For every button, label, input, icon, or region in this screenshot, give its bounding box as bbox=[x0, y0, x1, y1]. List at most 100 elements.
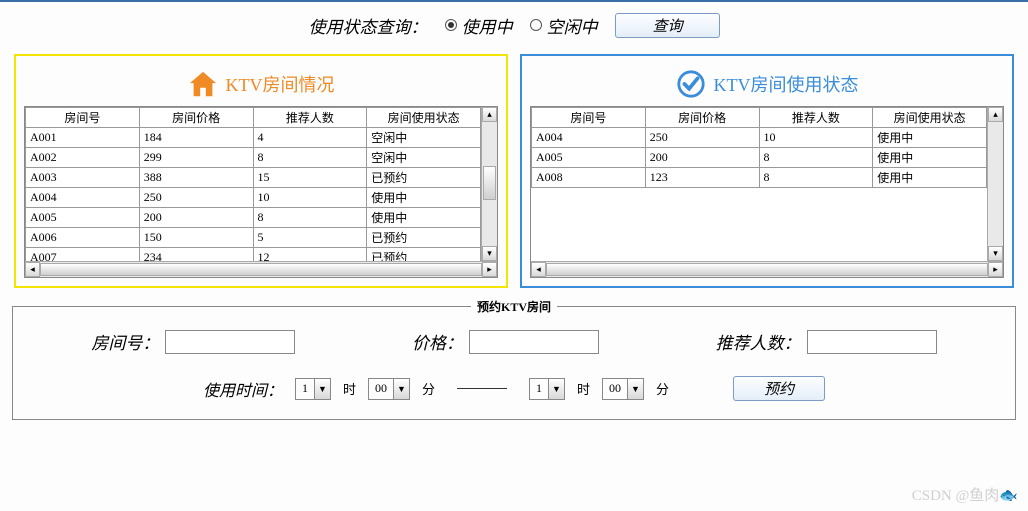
book-button[interactable]: 预约 bbox=[733, 376, 825, 401]
table-cell: A001 bbox=[26, 128, 140, 148]
radio-dot-icon bbox=[530, 19, 542, 31]
end-min-combo[interactable]: 00▼ bbox=[602, 378, 644, 400]
price-label: 价格： bbox=[412, 329, 463, 354]
capacity-label: 推荐人数： bbox=[716, 329, 801, 354]
radio-free-label: 空闲中 bbox=[546, 13, 597, 38]
start-min-combo[interactable]: 00▼ bbox=[368, 378, 410, 400]
table-cell: 15 bbox=[253, 168, 367, 188]
chevron-down-icon: ▼ bbox=[393, 379, 409, 399]
capacity-input[interactable] bbox=[807, 330, 937, 354]
scroll-up-icon[interactable]: ▴ bbox=[482, 107, 497, 122]
radio-in-use-label: 使用中 bbox=[461, 13, 512, 38]
table-row[interactable]: A00425010使用中 bbox=[532, 128, 987, 148]
scroll-left-icon[interactable]: ◂ bbox=[531, 262, 546, 277]
table-cell: 使用中 bbox=[873, 148, 987, 168]
time-label: 使用时间： bbox=[203, 377, 283, 401]
panel-room-status-title: KTV房间使用状态 bbox=[530, 62, 1004, 106]
table-cell: A002 bbox=[26, 148, 140, 168]
horizontal-scrollbar[interactable]: ◂ ▸ bbox=[531, 261, 1003, 277]
booking-fieldset: 预约KTV房间 房间号： 价格： 推荐人数： 使用时间： 1▼ 时 00▼ 分 … bbox=[12, 306, 1016, 420]
table-cell: 10 bbox=[253, 188, 367, 208]
column-header[interactable]: 房间使用状态 bbox=[367, 108, 481, 128]
radio-dot-icon bbox=[445, 19, 457, 31]
table-cell: 8 bbox=[253, 148, 367, 168]
booking-legend: 预约KTV房间 bbox=[471, 298, 557, 315]
table-row[interactable]: A0011844空闲中 bbox=[26, 128, 481, 148]
table-row[interactable]: A00338815已预约 bbox=[26, 168, 481, 188]
column-header[interactable]: 房间使用状态 bbox=[873, 108, 987, 128]
scroll-up-icon[interactable]: ▴ bbox=[988, 107, 1003, 122]
table-row[interactable]: A0052008使用中 bbox=[532, 148, 987, 168]
scroll-thumb[interactable] bbox=[483, 166, 496, 200]
table-cell: 200 bbox=[139, 208, 253, 228]
table-cell: 已预约 bbox=[367, 228, 481, 248]
table-cell: 使用中 bbox=[367, 188, 481, 208]
radio-in-use[interactable]: 使用中 bbox=[445, 13, 512, 38]
time-range-dash bbox=[457, 388, 507, 389]
column-header[interactable]: 房间号 bbox=[532, 108, 646, 128]
vertical-scrollbar[interactable]: ▴ ▾ bbox=[481, 107, 497, 261]
table-row[interactable]: A00425010使用中 bbox=[26, 188, 481, 208]
table-cell: 250 bbox=[645, 128, 759, 148]
table-cell: 使用中 bbox=[873, 168, 987, 188]
table-row[interactable]: A0061505已预约 bbox=[26, 228, 481, 248]
table-cell: 299 bbox=[139, 148, 253, 168]
scroll-right-icon[interactable]: ▸ bbox=[988, 262, 1003, 277]
panel-room-info: KTV房间情况 房间号房间价格推荐人数房间使用状态 A0011844空闲中A00… bbox=[14, 54, 508, 288]
hour-unit: 时 bbox=[577, 379, 590, 398]
table-cell: 184 bbox=[139, 128, 253, 148]
column-header[interactable]: 推荐人数 bbox=[253, 108, 367, 128]
room-info-table[interactable]: 房间号房间价格推荐人数房间使用状态 A0011844空闲中A0022998空闲中… bbox=[24, 106, 498, 278]
scroll-right-icon[interactable]: ▸ bbox=[482, 262, 497, 277]
table-cell: 4 bbox=[253, 128, 367, 148]
table-cell: 使用中 bbox=[873, 128, 987, 148]
radio-free[interactable]: 空闲中 bbox=[530, 13, 597, 38]
room-no-input[interactable] bbox=[165, 330, 295, 354]
room-status-table[interactable]: 房间号房间价格推荐人数房间使用状态 A00425010使用中A0052008使用… bbox=[530, 106, 1004, 278]
table-row[interactable]: A0052008使用中 bbox=[26, 208, 481, 228]
column-header[interactable]: 房间价格 bbox=[645, 108, 759, 128]
price-input[interactable] bbox=[469, 330, 599, 354]
table-cell: 使用中 bbox=[367, 208, 481, 228]
table-cell: A006 bbox=[26, 228, 140, 248]
query-label: 使用状态查询： bbox=[308, 13, 427, 38]
start-hour-combo[interactable]: 1▼ bbox=[295, 378, 331, 400]
chevron-down-icon: ▼ bbox=[548, 379, 564, 399]
table-cell: 123 bbox=[645, 168, 759, 188]
table-row[interactable]: A0081238使用中 bbox=[532, 168, 987, 188]
table-cell: A007 bbox=[26, 248, 140, 262]
column-header[interactable]: 房间价格 bbox=[139, 108, 253, 128]
scroll-down-icon[interactable]: ▾ bbox=[988, 246, 1003, 261]
table-cell: 空闲中 bbox=[367, 128, 481, 148]
table-cell: A004 bbox=[26, 188, 140, 208]
scroll-left-icon[interactable]: ◂ bbox=[25, 262, 40, 277]
query-bar: 使用状态查询： 使用中 空闲中 查询 bbox=[0, 2, 1028, 48]
table-cell: 12 bbox=[253, 248, 367, 262]
table-cell: 8 bbox=[253, 208, 367, 228]
table-row[interactable]: A0022998空闲中 bbox=[26, 148, 481, 168]
table-row[interactable]: A00723412已预约 bbox=[26, 248, 481, 262]
vertical-scrollbar[interactable]: ▴ ▾ bbox=[987, 107, 1003, 261]
table-cell: 10 bbox=[759, 128, 873, 148]
check-circle-icon bbox=[676, 69, 706, 99]
chevron-down-icon: ▼ bbox=[627, 379, 643, 399]
scroll-thumb[interactable] bbox=[40, 263, 482, 276]
end-hour-combo[interactable]: 1▼ bbox=[529, 378, 565, 400]
table-cell: 150 bbox=[139, 228, 253, 248]
search-button[interactable]: 查询 bbox=[615, 13, 719, 38]
horizontal-scrollbar[interactable]: ◂ ▸ bbox=[25, 261, 497, 277]
column-header[interactable]: 房间号 bbox=[26, 108, 140, 128]
table-cell: 已预约 bbox=[367, 168, 481, 188]
room-no-label: 房间号： bbox=[91, 329, 159, 354]
scroll-down-icon[interactable]: ▾ bbox=[482, 246, 497, 261]
house-icon bbox=[188, 69, 218, 99]
column-header[interactable]: 推荐人数 bbox=[759, 108, 873, 128]
scroll-thumb[interactable] bbox=[546, 263, 988, 276]
table-cell: A003 bbox=[26, 168, 140, 188]
table-cell: 已预约 bbox=[367, 248, 481, 262]
table-cell: 5 bbox=[253, 228, 367, 248]
min-unit: 分 bbox=[422, 379, 435, 398]
table-cell: A008 bbox=[532, 168, 646, 188]
panel-room-info-title: KTV房间情况 bbox=[24, 62, 498, 106]
table-cell: 空闲中 bbox=[367, 148, 481, 168]
